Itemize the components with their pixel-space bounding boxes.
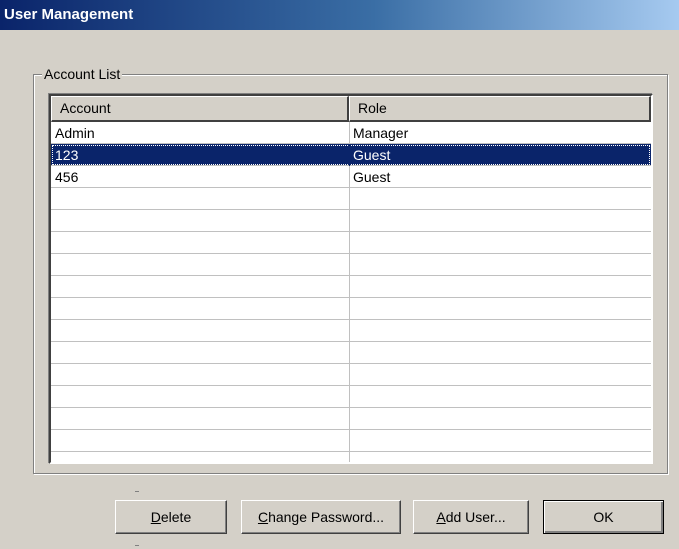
column-divider <box>349 232 350 254</box>
column-divider <box>349 364 350 386</box>
column-divider <box>349 298 350 320</box>
role-cell: Guest <box>353 147 391 163</box>
column-divider <box>349 254 350 276</box>
empty-row[interactable] <box>51 210 651 232</box>
account-cell: Admin <box>55 125 95 141</box>
role-cell: Guest <box>353 169 391 185</box>
role-cell: Manager <box>353 125 409 141</box>
column-divider <box>349 320 350 342</box>
column-divider <box>349 342 350 364</box>
divider-tick <box>135 491 139 492</box>
empty-row[interactable] <box>51 430 651 452</box>
column-divider <box>349 144 350 166</box>
delete-button-label: elete <box>160 509 192 525</box>
empty-row[interactable] <box>51 298 651 320</box>
empty-row[interactable] <box>51 320 651 342</box>
empty-row[interactable] <box>51 386 651 408</box>
empty-row[interactable] <box>51 232 651 254</box>
divider-tick <box>135 545 139 546</box>
window-title: User Management <box>4 6 134 23</box>
list-header: Account Role <box>51 96 651 122</box>
column-divider <box>349 276 350 298</box>
table-row[interactable]: 123 Guest <box>51 144 651 166</box>
add-user-button-accel: A <box>436 509 446 525</box>
column-divider <box>349 452 350 462</box>
column-divider <box>349 386 350 408</box>
column-divider <box>349 210 350 232</box>
column-header-account[interactable]: Account <box>51 96 349 122</box>
column-divider <box>349 166 350 188</box>
column-divider <box>349 188 350 210</box>
account-cell: 456 <box>55 169 79 185</box>
ok-button[interactable]: OK <box>543 500 664 534</box>
column-divider <box>349 430 350 452</box>
empty-row[interactable] <box>51 452 651 462</box>
change-password-button-label: hange Password... <box>268 509 385 525</box>
table-row[interactable]: 456 Guest <box>51 166 651 188</box>
account-list-legend: Account List <box>42 66 123 82</box>
column-divider <box>349 408 350 430</box>
list-rows: Admin Manager 123 Guest 456 Guest <box>51 122 651 462</box>
account-cell: 123 <box>55 147 79 163</box>
add-user-button-label: dd User... <box>445 509 506 525</box>
title-bar[interactable]: User Management <box>0 0 679 30</box>
empty-row[interactable] <box>51 364 651 386</box>
add-user-button[interactable]: Add User... <box>413 500 529 534</box>
change-password-button[interactable]: Change Password... <box>241 500 401 534</box>
column-divider <box>349 122 350 144</box>
delete-button[interactable]: Delete <box>115 500 227 534</box>
empty-row[interactable] <box>51 342 651 364</box>
empty-row[interactable] <box>51 188 651 210</box>
account-list-view[interactable]: Account Role Admin Manager 123 Guest 456 Gues… <box>49 94 653 464</box>
table-row[interactable]: Admin Manager <box>51 122 651 144</box>
delete-button-accel: D <box>150 509 161 525</box>
ok-button-label: OK <box>593 509 614 525</box>
empty-row[interactable] <box>51 254 651 276</box>
empty-row[interactable] <box>51 408 651 430</box>
empty-row[interactable] <box>51 276 651 298</box>
column-header-role[interactable]: Role <box>349 96 651 122</box>
change-password-button-accel: C <box>257 509 269 525</box>
